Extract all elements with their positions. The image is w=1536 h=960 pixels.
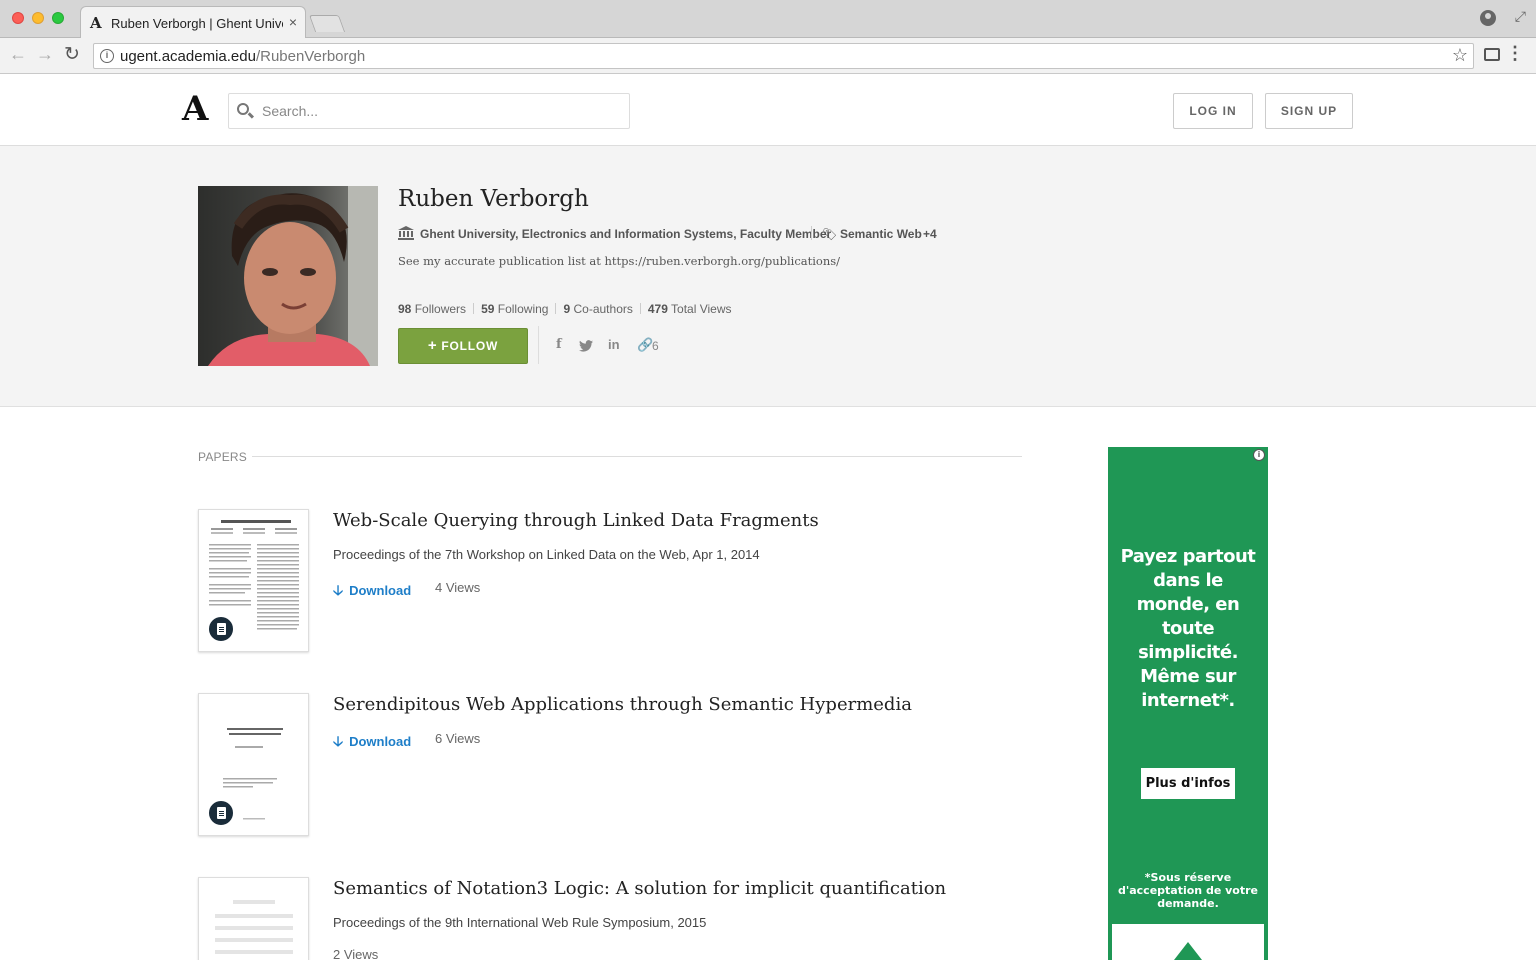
ad-headline: Payez partout dans le monde, en toute si… bbox=[1120, 546, 1256, 711]
divider bbox=[252, 456, 1022, 457]
paper-thumbnail[interactable] bbox=[198, 693, 309, 836]
affiliation-link[interactable]: Ghent University, Electronics and Inform… bbox=[420, 227, 831, 241]
academia-favicon-icon: A bbox=[90, 14, 102, 32]
browser-toolbar: ← → ↻ i ugent.academia.edu/RubenVerborgh… bbox=[0, 38, 1536, 74]
browser-tab-active[interactable]: A Ruben Verborgh | Ghent University × bbox=[80, 6, 306, 39]
bookmark-star-icon[interactable]: ☆ bbox=[1452, 45, 1468, 66]
paper-thumbnail[interactable] bbox=[198, 877, 309, 960]
paper-venue: Proceedings of the 9th International Web… bbox=[333, 915, 707, 930]
browser-profile-icon[interactable] bbox=[1480, 10, 1496, 26]
paper-views: 4 Views bbox=[435, 580, 481, 595]
following-stat[interactable]: 59 Following bbox=[481, 302, 548, 316]
total-views-stat: 479 Total Views bbox=[647, 302, 732, 316]
bank-logo-icon bbox=[1174, 942, 1202, 960]
window-maximize-button[interactable] bbox=[52, 12, 64, 24]
download-link[interactable]: 🡣 Download bbox=[333, 580, 411, 604]
follow-button[interactable]: + FOLLOW bbox=[398, 328, 528, 364]
divider bbox=[538, 326, 539, 364]
tab-title: Ruben Verborgh | Ghent University bbox=[111, 16, 283, 31]
avatar bbox=[198, 186, 378, 366]
url-text: ugent.academia.edu/RubenVerborgh bbox=[120, 48, 366, 65]
institution-icon bbox=[398, 226, 414, 240]
document-icon bbox=[207, 799, 235, 827]
tag-icon: 🏷 bbox=[822, 227, 838, 241]
paper-thumbnail[interactable] bbox=[198, 509, 309, 652]
login-button[interactable]: LOG IN bbox=[1173, 93, 1253, 129]
twitter-icon[interactable] bbox=[579, 340, 593, 352]
ad-info-icon[interactable]: i bbox=[1253, 449, 1265, 461]
papers-section-label: PAPERS bbox=[198, 450, 247, 464]
ad-cta-button[interactable]: Plus d'infos bbox=[1141, 768, 1235, 799]
download-arrow-icon: 🡣 bbox=[333, 582, 344, 598]
browser-titlebar: A Ruben Verborgh | Ghent University × ⤢ bbox=[0, 0, 1536, 39]
linkedin-icon[interactable]: in bbox=[608, 337, 620, 352]
facebook-icon[interactable]: f bbox=[556, 337, 562, 352]
paper-views: 2 Views bbox=[333, 947, 379, 960]
paper-venue: Proceedings of the 7th Workshop on Linke… bbox=[333, 547, 760, 562]
window-close-button[interactable] bbox=[12, 12, 24, 24]
advertisement[interactable]: i Payez partout dans le monde, en toute … bbox=[1108, 447, 1268, 960]
signup-button[interactable]: SIGN UP bbox=[1265, 93, 1353, 129]
divider bbox=[811, 226, 812, 240]
search-box[interactable] bbox=[228, 93, 630, 129]
links-count[interactable]: 6 bbox=[652, 339, 659, 353]
plus-icon: + bbox=[427, 337, 438, 354]
paper-views: 6 Views bbox=[435, 731, 481, 746]
profile-stats: 98 Followers 59 Following 9 Co-authors 479 … bbox=[398, 302, 732, 316]
profile-name: Ruben Verborgh bbox=[398, 186, 589, 212]
tab-close-icon[interactable]: × bbox=[289, 14, 297, 30]
ad-disclaimer: *Sous réserve d'acceptation de votre dem… bbox=[1118, 871, 1259, 910]
followers-stat[interactable]: 98 Followers bbox=[398, 302, 466, 316]
search-input[interactable] bbox=[262, 94, 622, 128]
forward-arrow-icon[interactable]: → bbox=[36, 44, 54, 65]
document-icon bbox=[207, 615, 235, 643]
browser-menu-icon[interactable]: ⋮ bbox=[1506, 43, 1524, 64]
more-interests-link[interactable]: +4 bbox=[923, 227, 937, 241]
download-link[interactable]: 🡣 Download bbox=[333, 731, 411, 755]
paper-title[interactable]: Semantics of Notation3 Logic: A solution… bbox=[333, 878, 946, 899]
paper-preview-placeholder bbox=[215, 900, 293, 954]
profile-bio: See my accurate publication list at http… bbox=[398, 254, 841, 268]
ad-bottom-panel bbox=[1112, 924, 1264, 960]
link-icon[interactable]: 🔗 bbox=[637, 337, 653, 353]
site-info-icon[interactable]: i bbox=[100, 49, 114, 63]
site-header: A LOG IN SIGN UP bbox=[0, 75, 1536, 146]
research-interest-link[interactable]: Semantic Web bbox=[840, 227, 922, 241]
address-bar[interactable]: i ugent.academia.edu/RubenVerborgh ☆ bbox=[93, 43, 1474, 69]
new-tab-button[interactable] bbox=[308, 15, 346, 32]
profile-section: Ruben Verborgh Ghent University, Electro… bbox=[0, 146, 1536, 407]
avatar-photo bbox=[198, 186, 378, 366]
download-arrow-icon: 🡣 bbox=[333, 733, 344, 749]
academia-logo[interactable]: A bbox=[182, 89, 208, 129]
reload-icon[interactable]: ↻ bbox=[64, 43, 80, 66]
fullscreen-icon[interactable]: ⤢ bbox=[1515, 8, 1526, 25]
search-icon bbox=[237, 103, 249, 115]
paper-title[interactable]: Serendipitous Web Applications through S… bbox=[333, 694, 912, 715]
back-arrow-icon[interactable]: ← bbox=[9, 44, 27, 65]
cast-icon[interactable] bbox=[1484, 48, 1500, 61]
coauthors-stat[interactable]: 9 Co-authors bbox=[563, 302, 632, 316]
window-minimize-button[interactable] bbox=[32, 12, 44, 24]
paper-title[interactable]: Web-Scale Querying through Linked Data F… bbox=[333, 510, 819, 531]
